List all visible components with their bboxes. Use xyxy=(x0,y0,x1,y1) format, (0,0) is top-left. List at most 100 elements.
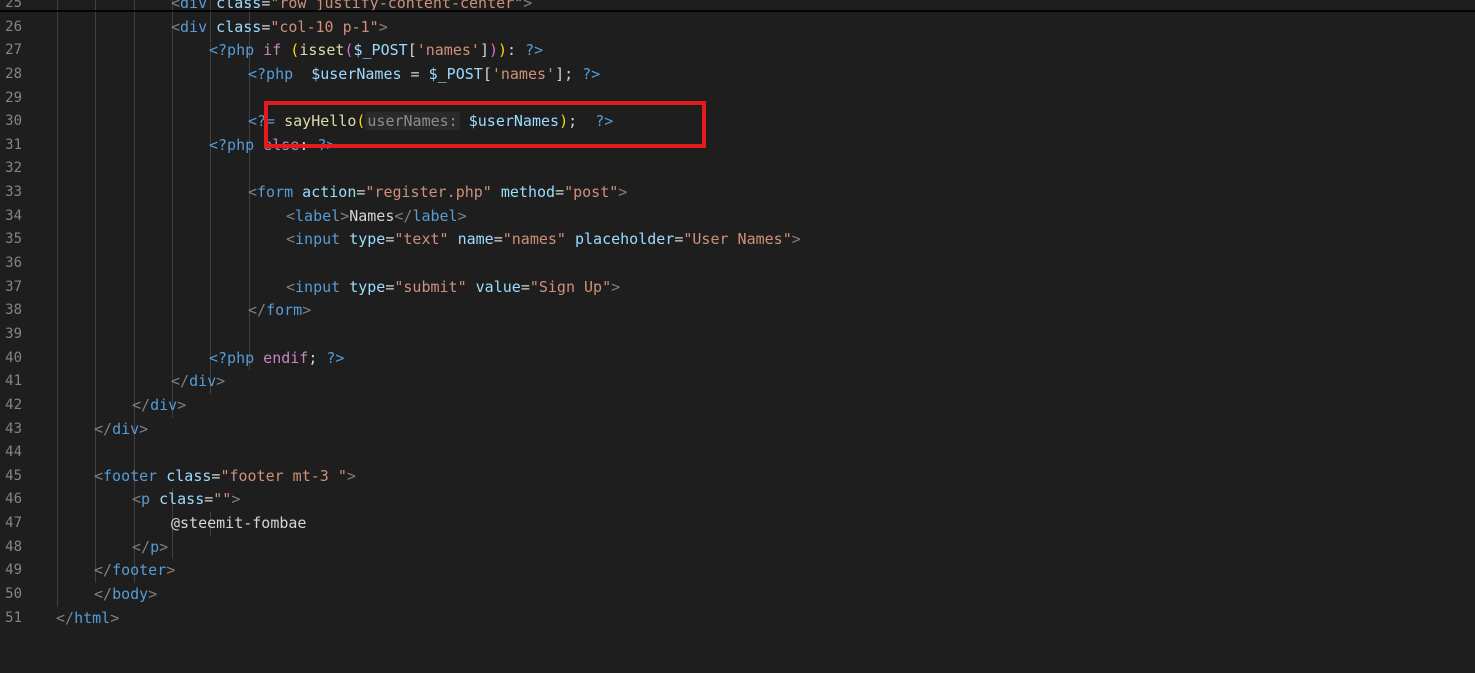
code-token: > xyxy=(346,466,356,485)
code-line[interactable]: 48 </p> xyxy=(0,535,1475,560)
code-text: <p class=""> xyxy=(132,488,240,512)
code-line[interactable]: 37 <input type="submit" value="Sign Up"> xyxy=(0,275,1475,300)
code-line[interactable]: 36 xyxy=(0,252,1475,276)
code-line[interactable]: 33 <form action="register.php" method="po… xyxy=(0,181,1475,205)
code-line[interactable]: 47 @steemit-fombae xyxy=(0,512,1475,536)
code-line[interactable]: 41 </div> xyxy=(0,370,1475,394)
code-token: "footer mt-3 " xyxy=(220,466,347,485)
indent-guide xyxy=(57,39,58,63)
indent-guide xyxy=(57,204,58,229)
code-text: </p> xyxy=(132,536,168,560)
code-line[interactable]: 45 <footer class="footer mt-3 "> xyxy=(0,464,1475,489)
code-text: </body> xyxy=(94,583,157,607)
code-token: > xyxy=(457,206,467,225)
code-line[interactable]: 30 <?= sayHello(userNames: $userNames); ?… xyxy=(0,110,1475,134)
code-line[interactable]: 34 <label>Names</label> xyxy=(0,204,1475,229)
code-line[interactable]: 39 xyxy=(0,322,1475,347)
code-token: </ xyxy=(171,372,190,391)
indent-guide xyxy=(172,39,173,63)
indent-guide xyxy=(57,275,58,300)
code-token: value xyxy=(466,277,521,296)
indent-guide xyxy=(134,228,135,253)
code-token: 'names' xyxy=(491,64,556,83)
indent-guide xyxy=(172,299,173,323)
indent-guide xyxy=(57,181,58,205)
code-token: > xyxy=(166,561,176,580)
code-token: <?php xyxy=(209,348,255,367)
code-line[interactable]: 50 </body> xyxy=(0,583,1475,607)
indent-guide xyxy=(95,39,96,63)
code-token: method xyxy=(491,183,556,202)
indent-guide xyxy=(57,393,58,418)
line-number: 27 xyxy=(5,42,22,59)
indent-guide xyxy=(172,204,173,229)
code-line[interactable]: 42 </div> xyxy=(0,393,1475,418)
code-token: "names" xyxy=(502,230,566,249)
indent-guide xyxy=(57,157,58,182)
code-token: < xyxy=(248,183,258,202)
line-number: 43 xyxy=(5,420,22,437)
code-token: </ xyxy=(248,301,267,320)
line-number: 30 xyxy=(5,113,22,130)
indent-guide xyxy=(95,370,96,394)
indent-guide xyxy=(172,252,173,276)
code-token: < xyxy=(286,230,296,249)
code-token: ) xyxy=(498,41,508,60)
code-line[interactable]: 46 <p class=""> xyxy=(0,488,1475,513)
indent-guide xyxy=(134,181,135,205)
code-token: > xyxy=(340,206,350,225)
indent-guide xyxy=(95,204,96,229)
code-token: </ xyxy=(132,395,151,414)
code-line[interactable]: 26 <div class="col-10 p-1"> xyxy=(0,15,1475,40)
indent-guide xyxy=(95,0,96,16)
code-line[interactable]: 51 </html> xyxy=(0,607,1475,631)
code-line[interactable]: 44 xyxy=(0,441,1475,465)
indent-guide xyxy=(57,62,58,87)
indent-guide xyxy=(210,157,211,182)
code-line[interactable]: 49 </footer> xyxy=(0,559,1475,584)
code-token: > xyxy=(378,17,388,36)
code-line[interactable]: 32 xyxy=(0,157,1475,182)
indent-guide xyxy=(57,512,58,536)
code-token: type xyxy=(340,230,386,249)
code-text: <?php $userNames = $_POST['names']; ?> xyxy=(248,63,600,87)
code-line[interactable]: 28 <?php $userNames = $_POST['names']; ?> xyxy=(0,62,1475,87)
indent-guide xyxy=(172,157,173,182)
code-token: < xyxy=(286,206,296,225)
indent-guide xyxy=(134,39,135,63)
code-token: p xyxy=(150,537,160,556)
code-token: < xyxy=(286,277,296,296)
code-line[interactable]: 40 <?php endif; ?> xyxy=(0,346,1475,371)
code-token: form xyxy=(257,183,294,202)
code-token: class xyxy=(207,17,262,36)
indent-guide xyxy=(95,181,96,205)
code-token: </ xyxy=(56,608,75,627)
code-token: > xyxy=(618,183,628,202)
indent-guide xyxy=(95,535,96,560)
code-token: = xyxy=(555,183,565,202)
indent-guide xyxy=(134,15,135,40)
code-lines[interactable]: 25 <div class="row justify-content-center… xyxy=(0,0,1475,630)
code-token: > xyxy=(177,395,187,414)
indent-guide xyxy=(95,299,96,323)
code-editor[interactable]: 25 <div class="row justify-content-center… xyxy=(0,0,1475,673)
code-line[interactable]: 27 <?php if (isset($_POST['names'])): ?> xyxy=(0,39,1475,63)
indent-guide xyxy=(172,62,173,87)
code-text: <form action="register.php" method="post… xyxy=(248,181,627,205)
code-line[interactable]: 25 <div class="row justify-content-center… xyxy=(0,0,1475,16)
line-number: 46 xyxy=(5,491,22,508)
code-line[interactable]: 43 </div> xyxy=(0,417,1475,442)
code-line[interactable]: 35 <input type="text" name="names" placeh… xyxy=(0,228,1475,253)
code-line[interactable]: 29 xyxy=(0,86,1475,111)
indent-guide xyxy=(249,252,250,276)
indent-guide xyxy=(172,275,173,300)
code-token: [ xyxy=(407,41,417,60)
code-token: ; xyxy=(308,348,327,367)
code-token: </ xyxy=(394,206,413,225)
code-line[interactable]: 38 </form> xyxy=(0,299,1475,323)
code-line[interactable]: 31 <?php else: ?> xyxy=(0,133,1475,158)
indent-guide xyxy=(172,86,173,111)
code-token: p xyxy=(141,490,151,509)
line-number: 32 xyxy=(5,160,22,177)
highlight-box xyxy=(264,101,706,148)
